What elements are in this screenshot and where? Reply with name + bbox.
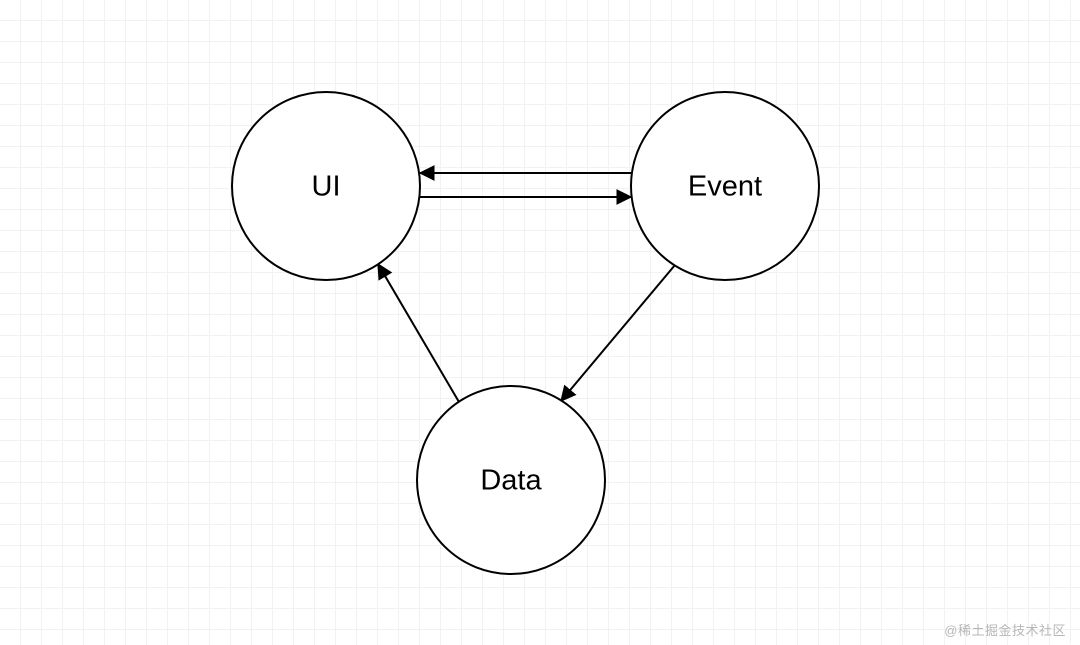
diagram-svg: UI Event Data <box>0 0 1080 645</box>
edge-event-to-data <box>561 265 675 401</box>
node-ui-label: UI <box>312 171 341 203</box>
node-data-label: Data <box>480 465 542 497</box>
watermark-text: @稀土掘金技术社区 <box>944 620 1066 639</box>
node-ui: UI <box>232 92 420 280</box>
node-data: Data <box>417 386 605 574</box>
node-event-label: Event <box>688 171 762 203</box>
edge-data-to-ui <box>378 264 459 402</box>
node-event: Event <box>631 92 819 280</box>
